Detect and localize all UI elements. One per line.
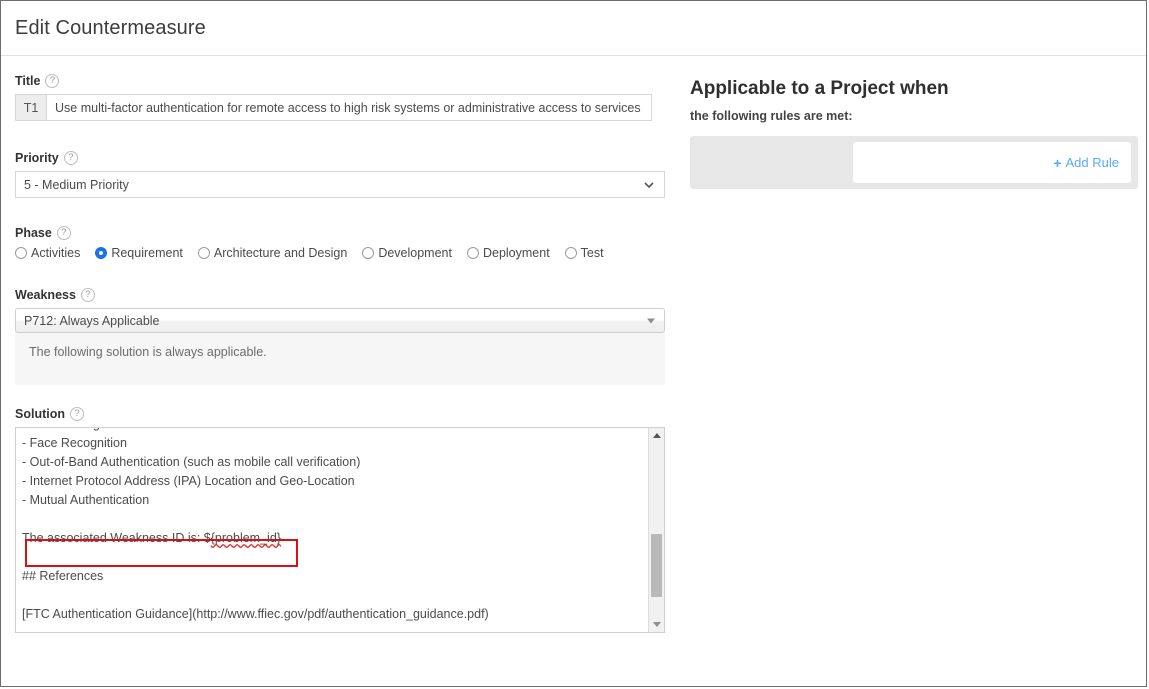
add-rule-label: Add Rule <box>1066 155 1119 170</box>
scrollbar-thumb[interactable] <box>651 534 662 597</box>
radio-icon <box>15 247 27 259</box>
solution-line: ## References <box>22 567 641 586</box>
solution-line: - Mutual Authentication <box>22 491 641 510</box>
title-input[interactable]: Use multi-factor authentication for remo… <box>47 95 651 120</box>
plus-icon: + <box>1053 156 1061 170</box>
radio-requirement[interactable]: Requirement <box>95 246 183 260</box>
radio-architecture-and-design[interactable]: Architecture and Design <box>198 246 347 260</box>
solution-textarea-content: - Voice Recognition - Face Recognition -… <box>16 427 647 624</box>
solution-line-blank <box>22 510 641 529</box>
solution-line: - Voice Recognition <box>22 427 641 434</box>
weakness-selected-value: P712: Always Applicable <box>24 314 160 328</box>
solution-line-blank <box>22 548 641 567</box>
help-icon[interactable]: ? <box>45 74 59 88</box>
rules-empty-area: + Add Rule <box>853 142 1131 183</box>
solution-scrollbar[interactable] <box>648 428 664 632</box>
priority-label: Priority <box>15 151 59 165</box>
radio-development[interactable]: Development <box>362 246 452 260</box>
radio-icon <box>362 247 374 259</box>
title-label-row: Title ? <box>15 74 665 88</box>
phase-radio-group: Activities Requirement Architecture and … <box>15 246 665 260</box>
solution-field-group: Solution ? - Voice Recognition - Face Re… <box>15 407 665 633</box>
solution-label-row: Solution ? <box>15 407 665 421</box>
rules-column: Applicable to a Project when the followi… <box>679 56 1147 633</box>
help-icon[interactable]: ? <box>81 288 95 302</box>
spacer <box>15 198 665 226</box>
rules-subtitle: the following rules are met: <box>690 109 1138 123</box>
weakness-label-row: Weakness ? <box>15 288 665 302</box>
chevron-down-icon <box>644 180 654 190</box>
weakness-description-panel: The following solution is always applica… <box>15 333 665 385</box>
solution-line-highlighted: The associated Weakness ID is: ${problem… <box>22 529 641 548</box>
help-icon[interactable]: ? <box>57 226 71 240</box>
solution-line: - Internet Protocol Address (IPA) Locati… <box>22 472 641 491</box>
page-body: Title ? T1 Use multi-factor authenticati… <box>1 56 1146 633</box>
spacer <box>15 260 665 288</box>
title-field-group: Title ? T1 Use multi-factor authenticati… <box>15 74 665 121</box>
radio-label: Requirement <box>111 246 183 260</box>
weakness-field-group: Weakness ? P712: Always Applicable The f… <box>15 288 665 385</box>
radio-icon-selected <box>95 247 107 259</box>
solution-line: [FTC Authentication Guidance](http://www… <box>22 605 641 624</box>
title-input-group[interactable]: T1 Use multi-factor authentication for r… <box>15 94 652 121</box>
page-title: Edit Countermeasure <box>15 17 206 40</box>
phase-label-row: Phase ? <box>15 226 665 240</box>
scroll-down-arrow-icon[interactable] <box>649 617 664 632</box>
spacer <box>15 385 665 407</box>
solution-line: - Out-of-Band Authentication (such as mo… <box>22 453 641 472</box>
rules-title: Applicable to a Project when <box>690 78 1138 100</box>
priority-field-group: Priority ? 5 - Medium Priority <box>15 151 665 198</box>
scroll-up-arrow-icon[interactable] <box>649 428 664 443</box>
solution-line-blank <box>22 586 641 605</box>
radio-label: Activities <box>31 246 80 260</box>
radio-label: Test <box>581 246 604 260</box>
radio-label: Architecture and Design <box>214 246 347 260</box>
phase-field-group: Phase ? Activities Requirement Architect… <box>15 226 665 260</box>
radio-activities[interactable]: Activities <box>15 246 80 260</box>
form-column: Title ? T1 Use multi-factor authenticati… <box>1 56 679 633</box>
edit-countermeasure-page: Edit Countermeasure Title ? T1 Use multi… <box>0 0 1147 687</box>
radio-label: Development <box>378 246 452 260</box>
page-header: Edit Countermeasure <box>1 1 1146 56</box>
priority-select[interactable]: 5 - Medium Priority <box>15 171 665 198</box>
weakness-description-text: The following solution is always applica… <box>29 345 267 359</box>
solution-line: - Face Recognition <box>22 434 641 453</box>
weakness-label: Weakness <box>15 288 76 302</box>
priority-selected-value: 5 - Medium Priority <box>24 178 129 192</box>
solution-line-text: The associated Weakness ID is: $ <box>22 531 211 545</box>
title-label: Title <box>15 74 40 88</box>
radio-test[interactable]: Test <box>565 246 604 260</box>
radio-icon <box>565 247 577 259</box>
radio-icon <box>198 247 210 259</box>
radio-deployment[interactable]: Deployment <box>467 246 550 260</box>
radio-icon <box>467 247 479 259</box>
spellcheck-underlined-token: {problem_id} <box>211 531 281 545</box>
caret-down-icon <box>647 318 655 323</box>
help-icon[interactable]: ? <box>64 151 78 165</box>
solution-textarea[interactable]: - Voice Recognition - Face Recognition -… <box>15 427 665 633</box>
rules-panel: + Add Rule <box>690 136 1138 189</box>
solution-label: Solution <box>15 407 65 421</box>
add-rule-button[interactable]: + Add Rule <box>1053 155 1119 170</box>
title-prefix-badge: T1 <box>16 95 47 120</box>
radio-label: Deployment <box>483 246 550 260</box>
weakness-select[interactable]: P712: Always Applicable <box>15 308 665 333</box>
phase-label: Phase <box>15 226 52 240</box>
help-icon[interactable]: ? <box>70 407 84 421</box>
spacer <box>15 121 665 151</box>
priority-label-row: Priority ? <box>15 151 665 165</box>
